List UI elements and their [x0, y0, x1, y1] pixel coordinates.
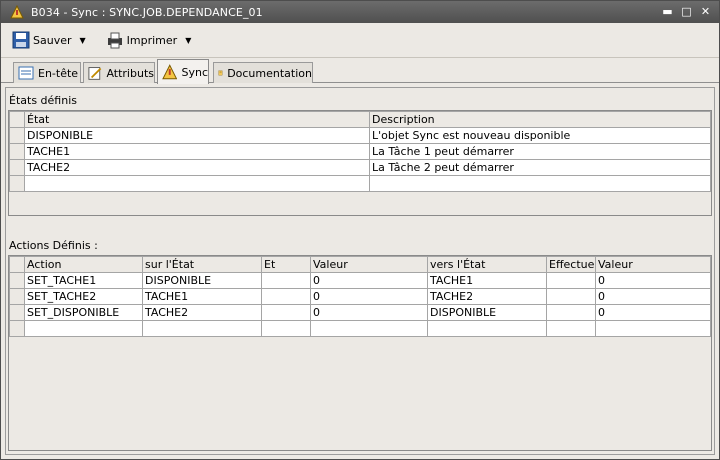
table-cell[interactable]: [427, 320, 547, 337]
printer-icon: [107, 32, 122, 49]
column-header[interactable]: Description: [369, 111, 711, 128]
row-header-corner: [9, 256, 25, 273]
window-title: B034 - Sync : SYNC.JOB.DEPENDANCE_01: [31, 5, 263, 19]
minimize-icon[interactable]: ▬: [660, 4, 675, 19]
table-cell[interactable]: 0: [310, 288, 428, 305]
row-header[interactable]: [9, 127, 25, 144]
states-section-label: États définis: [9, 94, 77, 107]
maximize-icon[interactable]: □: [679, 4, 694, 19]
table-cell[interactable]: [546, 304, 596, 321]
column-header[interactable]: Valeur: [595, 256, 711, 273]
tab-label: Attributs: [106, 66, 154, 80]
tab-label: Sync: [181, 65, 208, 79]
table-cell[interactable]: 0: [310, 304, 428, 321]
save-button[interactable]: Sauver ▼: [10, 28, 88, 52]
attributes-icon: [88, 67, 102, 80]
table-cell[interactable]: [595, 320, 711, 337]
table-cell[interactable]: 0: [595, 272, 711, 289]
table-cell[interactable]: [546, 288, 596, 305]
table-cell[interactable]: 0: [310, 272, 428, 289]
row-header[interactable]: [9, 143, 25, 160]
tab-documentation[interactable]: Documentation: [213, 62, 313, 83]
table-cell[interactable]: TACHE2: [142, 304, 262, 321]
table-cell[interactable]: SET_TACHE1: [24, 272, 143, 289]
column-header[interactable]: Valeur: [310, 256, 428, 273]
table-cell[interactable]: TACHE2: [24, 159, 370, 176]
table-cell[interactable]: [24, 175, 370, 192]
table-cell[interactable]: [546, 320, 596, 337]
actions-section-label: Actions Définis :: [9, 239, 98, 252]
table-cell[interactable]: [24, 320, 143, 337]
table-cell[interactable]: [310, 320, 428, 337]
table-cell[interactable]: 0: [595, 304, 711, 321]
states-table[interactable]: État Description DISPONIBLE L'objet Sync…: [8, 110, 712, 216]
table-cell[interactable]: DISPONIBLE: [24, 127, 370, 144]
row-header[interactable]: [9, 175, 25, 192]
save-label: Sauver: [33, 33, 72, 47]
print-label: Imprimer: [126, 33, 178, 47]
table-row[interactable]: TACHE2 La Tâche 2 peut démarrer: [9, 159, 711, 176]
table-header-row: Action sur l'État Et Valeur vers l'État …: [9, 256, 711, 273]
table-cell[interactable]: [261, 288, 311, 305]
sync-icon: [162, 64, 178, 80]
tab-label: En-tête: [38, 66, 79, 80]
table-row-empty[interactable]: [9, 175, 711, 192]
table-cell[interactable]: [261, 272, 311, 289]
row-header-corner: [9, 111, 25, 128]
tab-label: Documentation: [227, 66, 312, 80]
column-header[interactable]: Et: [261, 256, 311, 273]
print-button[interactable]: Imprimer ▼: [104, 28, 194, 52]
row-header[interactable]: [9, 320, 25, 337]
column-header[interactable]: Effectuer: [546, 256, 596, 273]
row-header[interactable]: [9, 272, 25, 289]
chevron-down-icon[interactable]: ▼: [80, 36, 86, 45]
table-cell[interactable]: [369, 175, 711, 192]
toolbar: Sauver ▼ Imprimer ▼: [1, 23, 719, 58]
table-cell[interactable]: TACHE1: [142, 288, 262, 305]
tab-en-tete[interactable]: En-tête: [13, 62, 81, 83]
table-cell[interactable]: 0: [595, 288, 711, 305]
table-cell[interactable]: TACHE1: [24, 143, 370, 160]
table-cell[interactable]: SET_DISPONIBLE: [24, 304, 143, 321]
table-cell[interactable]: La Tâche 2 peut démarrer: [369, 159, 711, 176]
chevron-down-icon[interactable]: ▼: [185, 36, 191, 45]
row-header[interactable]: [9, 304, 25, 321]
table-cell[interactable]: La Tâche 1 peut démarrer: [369, 143, 711, 160]
table-cell[interactable]: TACHE1: [427, 272, 547, 289]
tab-sync[interactable]: Sync: [157, 59, 209, 84]
table-cell[interactable]: [261, 320, 311, 337]
table-cell[interactable]: [261, 304, 311, 321]
table-row[interactable]: SET_DISPONIBLE TACHE2 0 DISPONIBLE 0: [9, 304, 711, 321]
documentation-icon: [218, 70, 223, 76]
table-header-row: État Description: [9, 111, 711, 128]
actions-table[interactable]: Action sur l'État Et Valeur vers l'État …: [8, 255, 712, 451]
column-header[interactable]: État: [24, 111, 370, 128]
table-row-empty[interactable]: [9, 320, 711, 337]
table-row[interactable]: SET_TACHE1 DISPONIBLE 0 TACHE1 0: [9, 272, 711, 289]
row-header[interactable]: [9, 159, 25, 176]
table-cell[interactable]: TACHE2: [427, 288, 547, 305]
sync-app-icon: [10, 4, 24, 19]
title-bar: B034 - Sync : SYNC.JOB.DEPENDANCE_01 ▬ □…: [1, 1, 719, 23]
table-row[interactable]: TACHE1 La Tâche 1 peut démarrer: [9, 143, 711, 160]
floppy-disk-icon: [12, 31, 30, 49]
column-header[interactable]: Action: [24, 256, 143, 273]
column-header[interactable]: vers l'État: [427, 256, 547, 273]
tab-attributs[interactable]: Attributs: [83, 62, 155, 83]
table-cell[interactable]: [546, 272, 596, 289]
table-cell[interactable]: SET_TACHE2: [24, 288, 143, 305]
table-cell[interactable]: DISPONIBLE: [142, 272, 262, 289]
tab-bar: En-tête Attributs Sync Documentation: [1, 59, 719, 84]
row-header[interactable]: [9, 288, 25, 305]
close-icon[interactable]: ✕: [698, 4, 713, 19]
main-window: B034 - Sync : SYNC.JOB.DEPENDANCE_01 ▬ □…: [0, 0, 720, 460]
table-cell[interactable]: [142, 320, 262, 337]
header-icon: [18, 66, 34, 80]
table-cell[interactable]: L'objet Sync est nouveau disponible: [369, 127, 711, 144]
sync-panel: États définis État Description DISPONIBL…: [5, 87, 715, 455]
table-row[interactable]: DISPONIBLE L'objet Sync est nouveau disp…: [9, 127, 711, 144]
table-row[interactable]: SET_TACHE2 TACHE1 0 TACHE2 0: [9, 288, 711, 305]
table-cell[interactable]: DISPONIBLE: [427, 304, 547, 321]
column-header[interactable]: sur l'État: [142, 256, 262, 273]
